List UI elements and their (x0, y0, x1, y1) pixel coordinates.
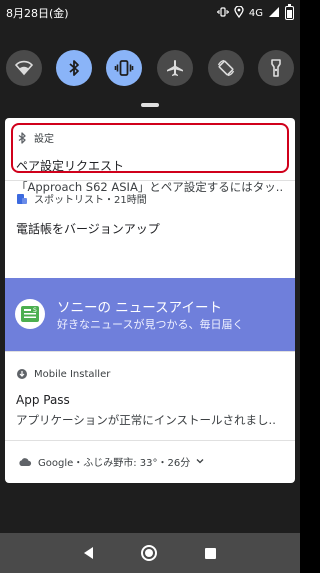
divider (5, 351, 295, 352)
spot-app-name: スポットリスト・21時間 (34, 195, 147, 206)
sony-subtitle: 好きなニュースが見つかる、毎日届く (57, 318, 244, 331)
quick-settings (0, 26, 300, 118)
wifi-tile[interactable] (6, 50, 42, 86)
weather-app-row: Google・ふじみ野市: 33°・26分 (18, 454, 295, 469)
weather-text: Google・ふじみ野市: 33°・26分 (38, 458, 191, 469)
back-button[interactable] (84, 547, 93, 559)
installer-title: App Pass (16, 393, 70, 407)
installer-notification[interactable]: Mobile Installer App Pass アプリケーションが正常にイン… (5, 368, 295, 428)
status-bar: 8月28日(金) 4G (0, 0, 300, 26)
divider (5, 180, 295, 181)
installer-app-row: Mobile Installer (16, 368, 295, 380)
location-status-icon (234, 4, 244, 21)
auto-rotate-tile[interactable] (208, 50, 244, 86)
network-type: 4G (248, 7, 263, 19)
bluetooth-tile[interactable] (56, 50, 92, 86)
vibrate-icon (114, 60, 134, 76)
vibrate-tile[interactable] (106, 50, 142, 86)
cloud-icon (18, 456, 32, 468)
flashlight-tile[interactable] (258, 50, 294, 86)
drag-handle[interactable] (141, 103, 159, 107)
vibrate-status-icon (217, 6, 229, 21)
highlight-box (11, 123, 289, 173)
weather-notification[interactable]: Google・ふじみ野市: 33°・26分 (5, 454, 295, 469)
wifi-icon (14, 60, 34, 76)
notification-shade: 設定 ペア設定リクエスト 「Approach S62 ASIA」とペア設定するに… (0, 118, 300, 533)
sony-title: ソニーの ニュースアイート (57, 300, 222, 316)
installer-icon (16, 368, 28, 380)
recents-button[interactable] (205, 547, 216, 559)
bluetooth-icon (69, 60, 79, 76)
spot-app-row: スポットリスト・21時間 (16, 191, 295, 206)
airplane-icon (167, 60, 183, 76)
svg-text:S: S (33, 307, 37, 314)
home-button[interactable] (141, 545, 157, 561)
sony-news-notification[interactable]: S ソニーの ニュースアイート 好きなニュースが見つかる、毎日届く (5, 278, 295, 351)
status-time: 8月28日(金) (6, 7, 69, 20)
flashlight-icon (271, 59, 281, 77)
battery-icon (285, 4, 294, 20)
auto-rotate-icon (217, 59, 235, 77)
navigation-bar (0, 533, 300, 573)
installer-app-name: Mobile Installer (34, 368, 111, 380)
chevron-down-icon[interactable] (196, 456, 204, 467)
signal-icon (268, 6, 280, 21)
spot-list-notification[interactable]: スポットリスト・21時間 電話帳をバージョンアップ (5, 191, 295, 237)
news-suite-icon: S (15, 299, 45, 329)
installer-body: アプリケーションが正常にインストールされまし.. (16, 413, 276, 427)
airplane-tile[interactable] (157, 50, 193, 86)
spot-title: 電話帳をバージョンアップ (16, 222, 160, 236)
spot-list-icon (16, 193, 28, 205)
divider (5, 440, 295, 441)
status-icons: 4G (217, 4, 294, 21)
